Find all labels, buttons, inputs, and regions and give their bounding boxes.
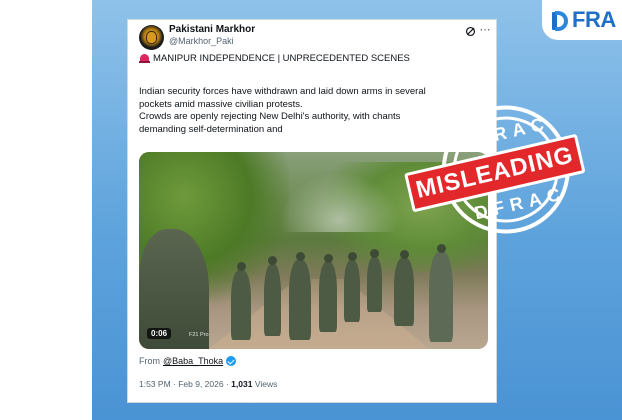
- views-count: 1,031: [231, 379, 253, 389]
- video-figure: [394, 250, 414, 326]
- more-icon[interactable]: ⋯: [479, 24, 491, 36]
- dfrac-logo: FRA: [542, 0, 622, 40]
- display-name[interactable]: Pakistani Markhor: [169, 24, 255, 35]
- verified-icon: [226, 356, 237, 366]
- body-line: Indian security forces have withdrawn an…: [139, 86, 426, 97]
- video-figure: [289, 252, 311, 340]
- siren-icon: [139, 54, 150, 63]
- video-figure: [231, 262, 251, 340]
- video-figure: [344, 252, 360, 322]
- grok-icon[interactable]: [465, 26, 476, 37]
- headline-text: MANIPUR INDEPENDENCE | UNPRECEDENTED SCE…: [153, 53, 410, 64]
- tweet-meta: 1:53 PM · Feb 9, 2026 · 1,031 Views: [139, 379, 278, 389]
- avatar[interactable]: [139, 25, 164, 50]
- video-figure: [429, 244, 453, 342]
- from-attribution: From @Baba_Thoka: [139, 356, 237, 366]
- video-figure: [319, 254, 337, 332]
- page-background-left: [0, 0, 92, 420]
- from-label: From: [139, 356, 160, 366]
- user-handle[interactable]: @Markhor_Paki: [169, 36, 234, 46]
- video-figure: [367, 249, 382, 312]
- video-watermark: F21 Pro: [189, 332, 209, 338]
- body-line: pockets amid massive civilian protests.: [139, 98, 303, 110]
- video-figure: [264, 256, 281, 336]
- dfrac-logo-icon: [550, 8, 570, 32]
- video-duration: 0:06: [147, 328, 172, 339]
- tweet-headline: MANIPUR INDEPENDENCE | UNPRECEDENTED SCE…: [139, 53, 410, 64]
- views-label: Views: [254, 379, 278, 389]
- tweet-time[interactable]: 1:53 PM: [139, 379, 171, 389]
- video-scene-hill: [279, 172, 399, 232]
- logo-text: FRA: [572, 7, 616, 32]
- tweet-date[interactable]: Feb 9, 2026: [178, 379, 223, 389]
- from-handle-link[interactable]: @Baba_Thoka: [163, 356, 223, 366]
